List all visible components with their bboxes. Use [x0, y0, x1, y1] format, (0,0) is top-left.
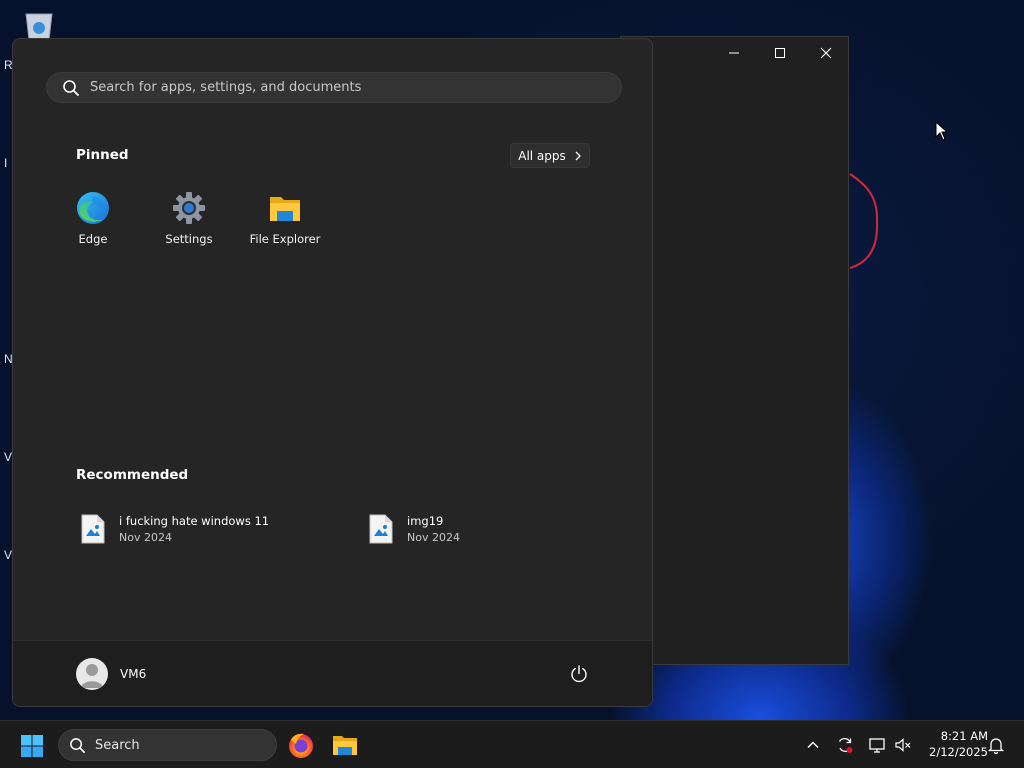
file-explorer-taskbar-icon[interactable]	[331, 731, 359, 759]
recommended-item-name: img19	[407, 514, 444, 528]
taskbar-clock[interactable]: 8:21 AM 2/12/2025	[918, 728, 988, 760]
edge-icon	[77, 192, 109, 224]
taskbar: Search 8:21 AM 2/12/2025	[0, 720, 1024, 768]
recycle-bin-icon[interactable]	[22, 10, 56, 40]
close-window-button[interactable]	[803, 37, 849, 69]
pinned-title: Pinned	[76, 147, 129, 163]
minimize-button[interactable]	[711, 37, 757, 69]
desktop-icon-label[interactable]: I	[4, 156, 7, 170]
search-icon	[63, 79, 79, 96]
start-search-input[interactable]	[90, 80, 610, 95]
recommended-item-date: Nov 2024	[407, 531, 460, 544]
firefox-icon[interactable]	[287, 731, 315, 759]
windows-start-icon[interactable]	[20, 734, 44, 758]
red-drawing-stroke	[849, 173, 879, 269]
pinned-app-label: Settings	[165, 232, 213, 246]
pinned-app-label: Edge	[78, 232, 108, 246]
all-apps-label: All apps	[518, 148, 566, 163]
start-menu: Pinned All apps Edge	[12, 38, 653, 707]
image-file-icon	[369, 514, 393, 544]
recommended-title: Recommended	[76, 467, 189, 483]
start-search-box[interactable]	[46, 72, 622, 103]
chevron-up-icon[interactable]	[803, 735, 823, 755]
pinned-app-edge[interactable]: Edge	[48, 187, 138, 249]
taskbar-search-box[interactable]: Search	[58, 729, 277, 761]
desktop-icon-label[interactable]: V	[4, 548, 12, 562]
clock-time: 8:21 AM	[940, 729, 988, 743]
recommended-item[interactable]: i fucking hate windows 11 Nov 2024	[77, 509, 337, 549]
user-name: VM6	[120, 667, 147, 681]
clock-date: 2/12/2025	[929, 745, 988, 759]
maximize-button[interactable]	[757, 37, 803, 69]
notification-bell-icon[interactable]	[986, 735, 1006, 755]
avatar	[76, 658, 108, 690]
close-icon	[820, 47, 832, 59]
image-file-icon	[81, 514, 105, 544]
pinned-app-file-explorer[interactable]: File Explorer	[240, 187, 330, 249]
start-menu-footer: VM6	[13, 640, 652, 706]
user-icon	[81, 664, 103, 688]
pinned-app-label: File Explorer	[249, 232, 321, 246]
taskbar-search-label: Search	[95, 737, 140, 753]
recommended-item-name: i fucking hate windows 11	[119, 514, 270, 528]
pinned-app-settings[interactable]: Settings	[144, 187, 234, 249]
chevron-right-icon	[575, 151, 581, 160]
volume-muted-icon[interactable]	[893, 735, 913, 755]
desktop-icon-label[interactable]: V	[4, 450, 12, 464]
user-account-button[interactable]: VM6	[76, 657, 146, 691]
mouse-cursor-icon	[935, 121, 949, 141]
all-apps-button[interactable]: All apps	[510, 143, 590, 168]
maximize-icon	[775, 48, 785, 58]
folder-icon	[270, 197, 300, 221]
power-icon[interactable]	[569, 664, 589, 684]
network-icon[interactable]	[867, 735, 887, 755]
recommended-item-date: Nov 2024	[119, 531, 172, 544]
sync-icon[interactable]	[835, 735, 855, 755]
gear-icon	[173, 192, 205, 224]
recommended-item[interactable]: img19 Nov 2024	[365, 509, 625, 549]
minimize-icon	[729, 52, 739, 54]
background-window[interactable]	[620, 36, 849, 665]
search-icon	[70, 737, 85, 753]
